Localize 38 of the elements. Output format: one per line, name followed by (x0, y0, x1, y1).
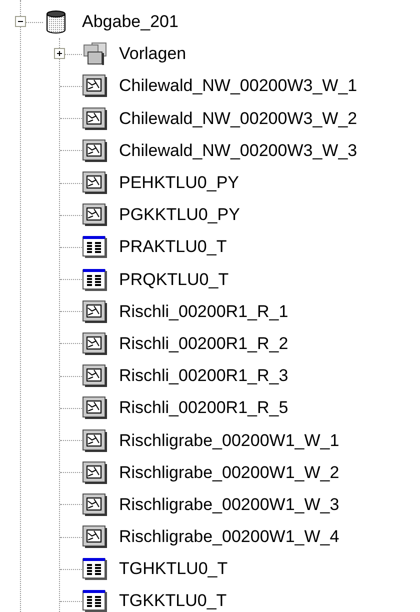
tree-item[interactable]: Abgabe_201 (82, 12, 178, 32)
tree-item[interactable]: TGKKTLU0_T (119, 591, 227, 612)
tree-item[interactable]: Chilewald_NW_00200W3_W_1 (119, 76, 358, 96)
feature-class-icon (82, 203, 108, 228)
feature-class-icon (82, 525, 108, 550)
feature-class-icon (82, 364, 108, 388)
tree-item[interactable]: Chilewald_NW_00200W3_W_2 (119, 108, 358, 129)
tree-item[interactable]: Rischli_00200R1_R_3 (119, 366, 288, 386)
feature-class-icon (82, 428, 108, 453)
feature-class-icon (82, 171, 108, 196)
tree-item[interactable]: Rischli_00200R1_R_1 (119, 302, 288, 322)
tree-item[interactable]: Rischligrabe_00200W1_W_4 (119, 527, 340, 548)
tree-item[interactable]: PRAKTLU0_T (119, 237, 227, 258)
table-icon (82, 557, 108, 582)
tree-item[interactable]: Chilewald_NW_00200W3_W_3 (119, 140, 358, 161)
tree-item[interactable]: TGHKTLU0_T (119, 559, 228, 580)
feature-class-icon (82, 460, 108, 485)
tree-item[interactable]: Rischligrabe_00200W1_W_2 (119, 462, 340, 483)
feature-class-icon (82, 74, 108, 98)
tree-item[interactable]: Vorlagen (119, 44, 186, 64)
table-icon (82, 235, 108, 260)
tree-item[interactable]: PGKKTLU0_PY (119, 205, 240, 226)
feature-class-icon (82, 396, 108, 420)
tree-item[interactable]: Rischli_00200R1_R_5 (119, 398, 288, 418)
feature-class-icon (82, 138, 108, 163)
tree-item[interactable]: Rischligrabe_00200W1_W_1 (119, 430, 340, 451)
layers-icon (82, 42, 108, 66)
tree-item[interactable]: Rischligrabe_00200W1_W_3 (119, 494, 340, 515)
feature-class-icon (82, 332, 108, 356)
expand-icon[interactable] (54, 48, 65, 60)
tree-item[interactable]: PEHKTLU0_PY (119, 173, 239, 194)
collapse-icon[interactable] (15, 16, 26, 27)
table-icon (82, 268, 108, 292)
tree-item[interactable]: Rischli_00200R1_R_2 (119, 334, 288, 354)
feature-class-icon (82, 106, 108, 131)
feature-class-icon (82, 300, 108, 324)
tree-item[interactable]: PRQKTLU0_T (119, 270, 229, 290)
feature-class-icon (82, 492, 108, 517)
